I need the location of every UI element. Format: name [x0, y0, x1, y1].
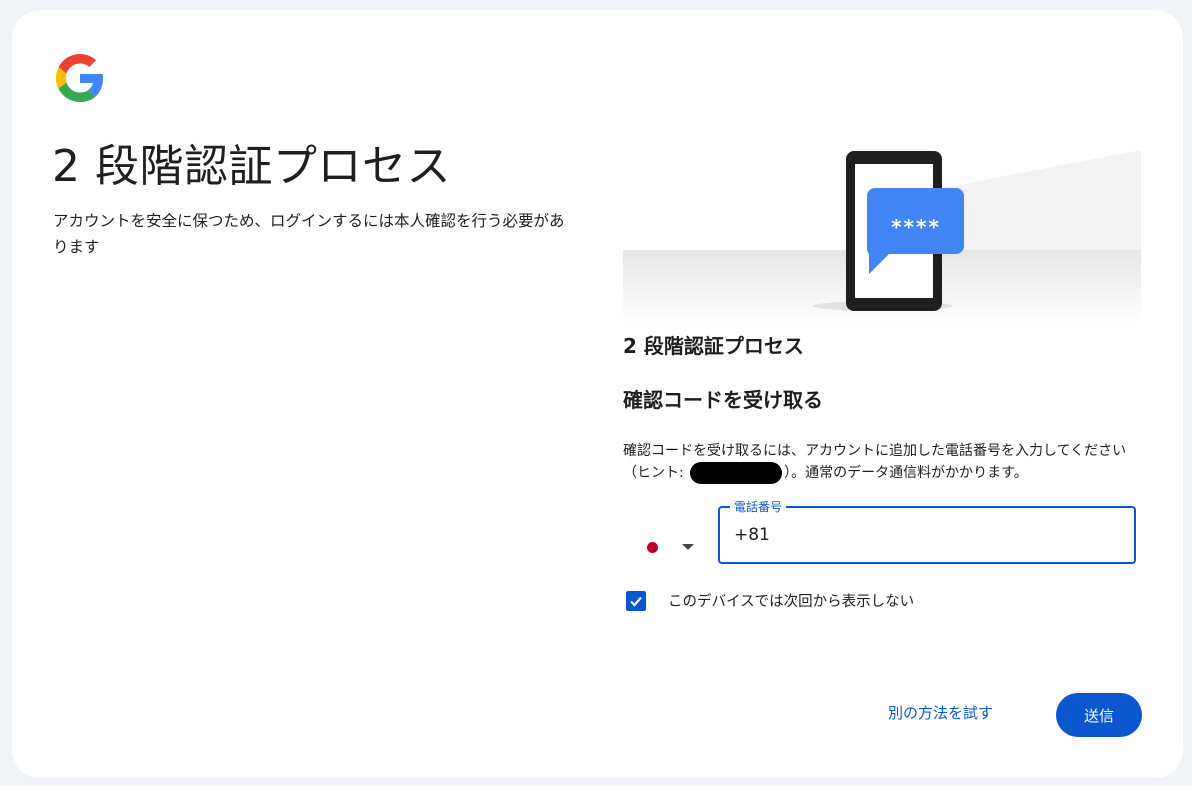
japan-flag-icon — [646, 541, 658, 553]
remember-device-checkbox[interactable] — [626, 590, 646, 611]
send-button[interactable]: 送信 — [1056, 693, 1142, 737]
phone-sms-code-icon: **** — [623, 150, 1141, 324]
phone-number-field[interactable]: 電話番号 — [718, 498, 1136, 564]
remember-device-label: このデバイスでは次回から表示しない — [668, 594, 915, 610]
section-title: 2 段階認証プロセス — [623, 334, 804, 358]
google-g-logo-icon — [56, 54, 103, 102]
checkmark-icon — [630, 596, 642, 607]
try-another-way-link[interactable]: 別の方法を試す — [888, 702, 993, 723]
phone-number-label: 電話番号 — [730, 498, 787, 515]
signin-card: 2 段階認証プロセス アカウントを安全に保つため、ログインするには本人確認を行う… — [12, 10, 1183, 778]
instruction-text: 確認コードを受け取るには、アカウントに追加した電話番号を入力してください（ヒント… — [623, 440, 1153, 484]
step-title: 確認コードを受け取る — [623, 388, 823, 412]
remember-device-row[interactable]: このデバイスでは次回から表示しない — [626, 590, 914, 611]
phone-number-input[interactable] — [734, 522, 1114, 548]
page-title: 2 段階認証プロセス — [52, 141, 451, 192]
dropdown-arrow-icon — [681, 544, 694, 550]
sms-code-text: **** — [891, 215, 941, 239]
instruction-text-end: ）。通常のデータ通信料がかかります。 — [784, 465, 1028, 481]
page-subtitle: アカウントを安全に保つため、ログインするには本人確認を行う必要があります — [53, 212, 565, 256]
country-code-select[interactable] — [632, 518, 708, 576]
redacted-phone-hint — [690, 462, 783, 484]
